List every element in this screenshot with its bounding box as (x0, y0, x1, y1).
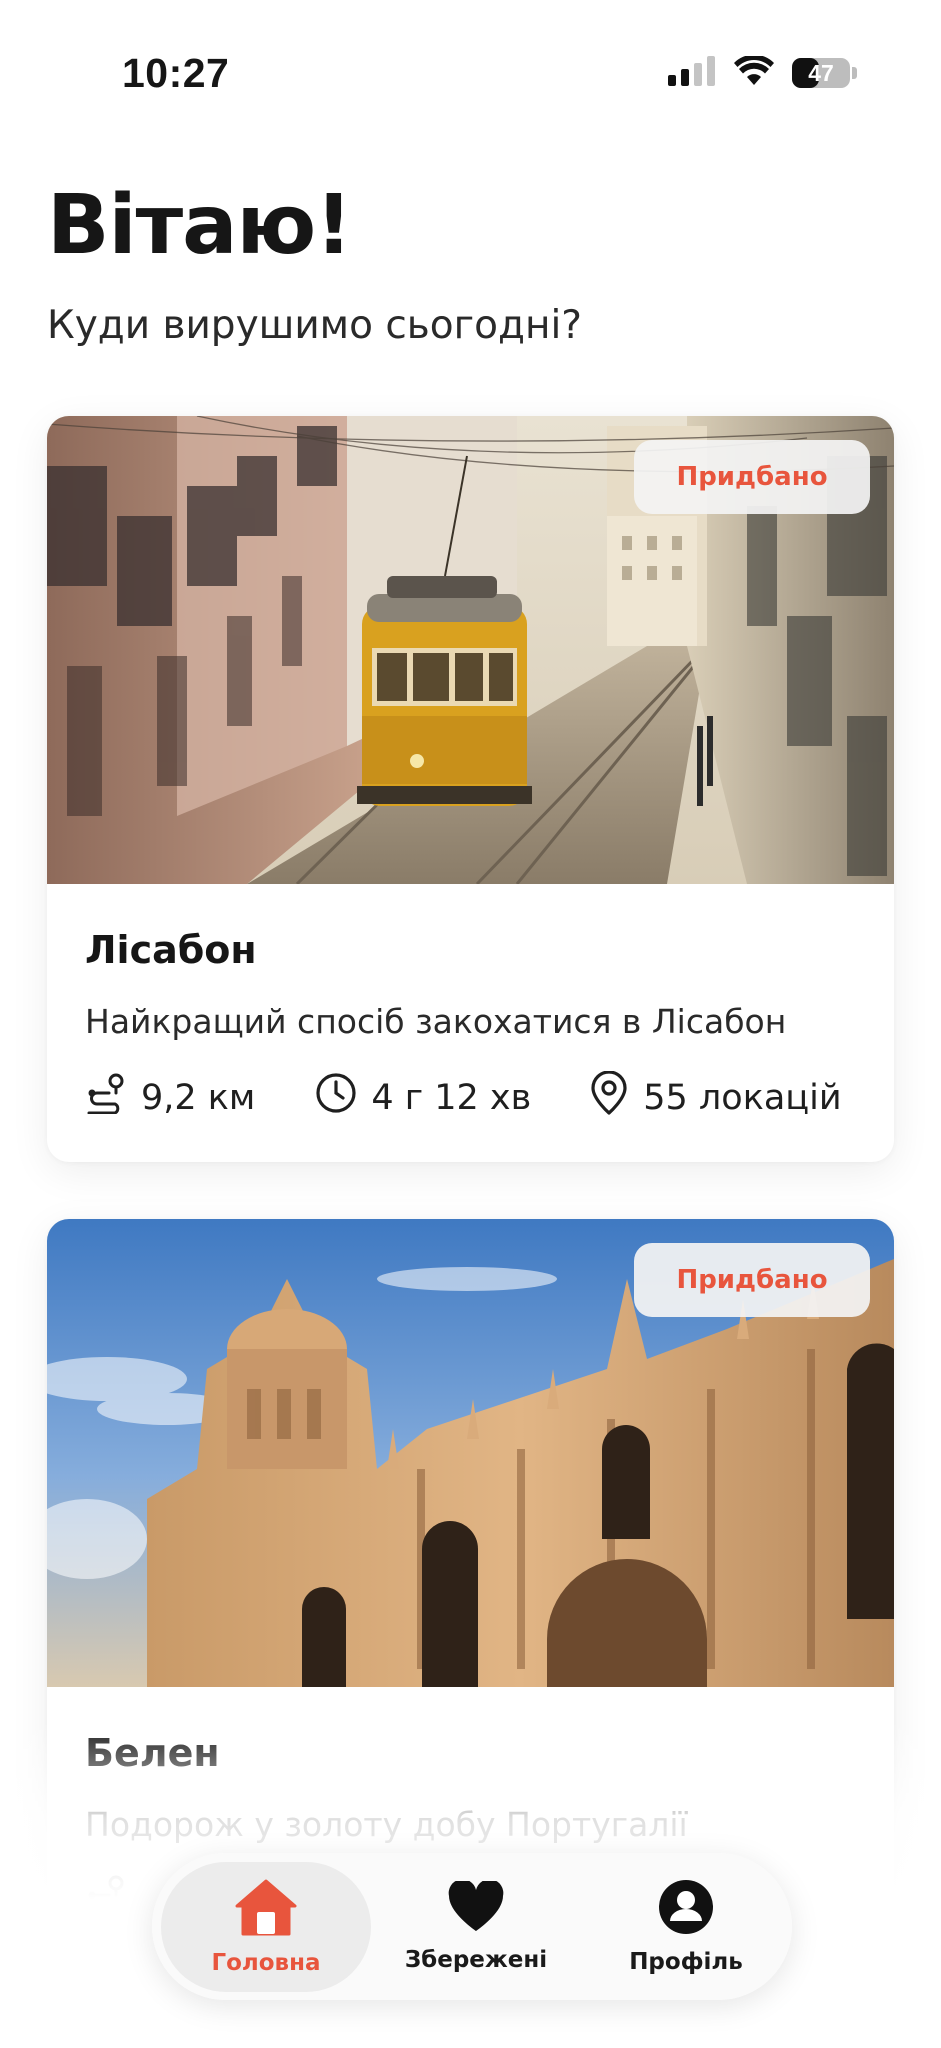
route-icon (85, 1072, 141, 1123)
tab-saved-label: Збережені (404, 1946, 548, 1973)
tour-image-belem: Придбано (47, 1219, 894, 1687)
tour-image-lisbon: Придбано (47, 416, 894, 884)
tour-duration: 4 г 12 хв (315, 1072, 531, 1123)
purchased-badge: Придбано (634, 440, 870, 514)
tour-card-body: Лісабон Найкращий спосіб закохатися в Лі… (47, 928, 894, 1124)
status-icons: 47 (668, 54, 857, 90)
tour-title: Белен (85, 1731, 220, 1775)
cellular-signal-icon (668, 56, 716, 90)
tab-home-label: Головна (211, 1949, 321, 1976)
route-icon (85, 1874, 141, 1925)
profile-icon (658, 1879, 714, 1941)
tour-distance (85, 1874, 141, 1925)
purchased-badge: Придбано (634, 1243, 870, 1317)
distance-value: 9,2 км (141, 1077, 256, 1118)
duration-value: 4 г 12 хв (371, 1077, 532, 1118)
battery-tip (852, 67, 857, 79)
wifi-icon (734, 54, 774, 90)
tab-home[interactable]: Головна (161, 1861, 371, 1992)
locations-value: 55 локацій (643, 1077, 842, 1118)
tour-locations: 55 локацій (589, 1070, 842, 1124)
home-screen: 10:27 47 Вітаю! Куди вирушимо сьогодні? … (0, 0, 941, 2048)
tour-title: Лісабон (85, 928, 257, 972)
tour-card-lisbon[interactable]: Придбано Лісабон Найкращий спосіб закоха… (47, 416, 894, 1162)
location-pin-icon (589, 1070, 643, 1124)
heart-icon (447, 1878, 505, 1939)
status-bar: 10:27 47 (0, 0, 941, 150)
tour-description: Подорож у золоту добу Португалії (85, 1805, 688, 1844)
tour-distance: 9,2 км (85, 1072, 255, 1123)
tab-profile-label: Профіль (629, 1948, 743, 1975)
tab-profile[interactable]: Профіль (581, 1862, 791, 1992)
battery-icon: 47 (792, 58, 850, 88)
status-time: 10:27 (122, 50, 230, 96)
page-subtitle: Куди вирушимо сьогодні? (47, 303, 582, 348)
tour-description: Найкращий спосіб закохатися в Лісабон (85, 1002, 787, 1041)
tour-meta: 9,2 км 4 г 12 хв 55 локацій (85, 1070, 856, 1124)
page-title: Вітаю! (47, 178, 353, 273)
home-icon (234, 1878, 298, 1942)
battery-level: 47 (808, 59, 834, 86)
tab-saved[interactable]: Збережені (371, 1862, 581, 1992)
clock-icon (315, 1072, 371, 1123)
tab-bar: Головна Збережені Профіль (152, 1853, 792, 2000)
